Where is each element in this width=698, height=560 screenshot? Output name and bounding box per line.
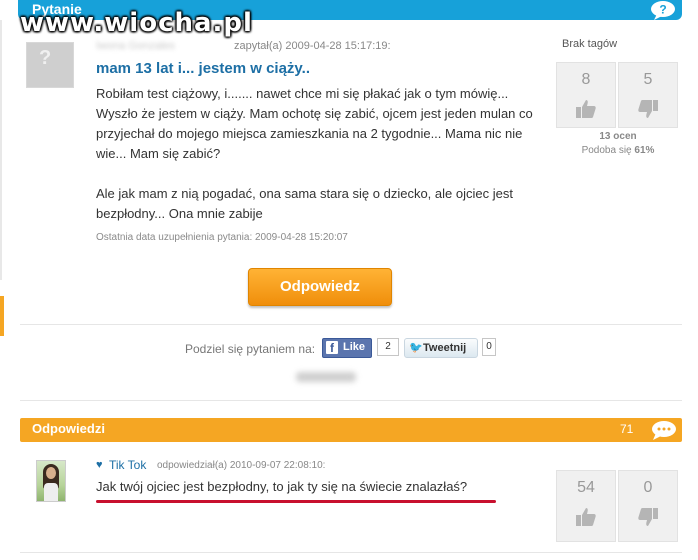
avatar-body [44,483,58,501]
divider [20,324,682,325]
left-divider [0,20,2,280]
vote-up-button[interactable]: 8 [556,62,616,128]
thumbs-up-icon [576,100,596,118]
answers-title: Odpowiedzi [32,421,105,436]
answer-meta: odpowiedział(a) 2010-09-07 22:08:10: [157,460,326,471]
facebook-like-button[interactable]: f Like [322,338,372,358]
answer-button[interactable]: Odpowiedz [248,268,392,306]
rating-count-text: 13 ocen [599,131,637,142]
facebook-like-label: Like [343,341,366,353]
answer-text: Jak twój ojciec jest bezpłodny, to jak t… [96,479,468,494]
answer-author[interactable]: Tik Tok [109,458,146,472]
question-body: Robiłam test ciążowy, i....... nawet chc… [96,84,552,244]
divider [20,400,682,401]
vote-down-count: 5 [643,71,653,88]
answer-vote-up-count: 54 [577,479,595,496]
answer-vote-down-button[interactable]: 0 [618,470,678,542]
twitter-icon: 🐦 [409,342,423,354]
default-avatar-icon: ? [39,47,52,69]
question-author[interactable]: Iwona Gonzales [96,40,226,50]
question-bubble-icon: ? [651,1,675,20]
answers-count: 71 [620,422,634,436]
thumbs-up-icon [576,508,596,526]
question-paragraph: Ale jak mam z nią pogadać, ona sama star… [96,186,513,221]
svg-text:?: ? [659,3,666,17]
question-paragraph: Robiłam test ciążowy, i....... nawet chc… [96,86,533,161]
likes-percent: 61% [634,145,655,156]
blurred-ad [296,372,356,382]
vote-down-button[interactable]: 5 [618,62,678,128]
thumbs-down-icon [638,508,658,526]
highlight-underline [96,500,496,503]
facebook-icon: f [326,341,338,355]
tweet-button[interactable]: 🐦 Tweetnij [404,338,478,358]
question-asked-meta: zapytał(a) 2009-04-28 15:17:19: [234,40,391,52]
question-updated: Ostatnia data uzupełnienia pytania: 2009… [96,232,348,243]
divider [20,552,682,553]
share-label: Podziel się pytaniem na: [185,342,316,356]
avatar-face [46,467,56,479]
question-avatar[interactable]: ? [26,42,74,88]
tweet-count: 0 [482,338,496,356]
left-accent [0,296,4,336]
tweet-label: Tweetnij [423,342,467,354]
answer-avatar[interactable] [36,460,66,502]
answers-header-bar [20,418,682,442]
tags-label: Brak tagów [562,38,618,50]
thumbs-down-icon [638,100,658,118]
answer-vote-up-button[interactable]: 54 [556,470,616,542]
watermark-logo: www.wiocha.pl [20,8,253,38]
likes-label: Podoba się [581,145,632,156]
vote-up-count: 8 [581,71,591,88]
answer-vote-down-count: 0 [643,479,653,496]
comment-bubble-icon [652,421,676,440]
like-count: 2 [377,338,399,356]
heart-icon: ♥ [96,459,103,471]
question-title[interactable]: mam 13 lat i... jestem w ciąży.. [96,60,310,77]
likes-summary: Podoba się 61% [556,145,680,156]
rating-count: 13 ocen [556,131,680,142]
